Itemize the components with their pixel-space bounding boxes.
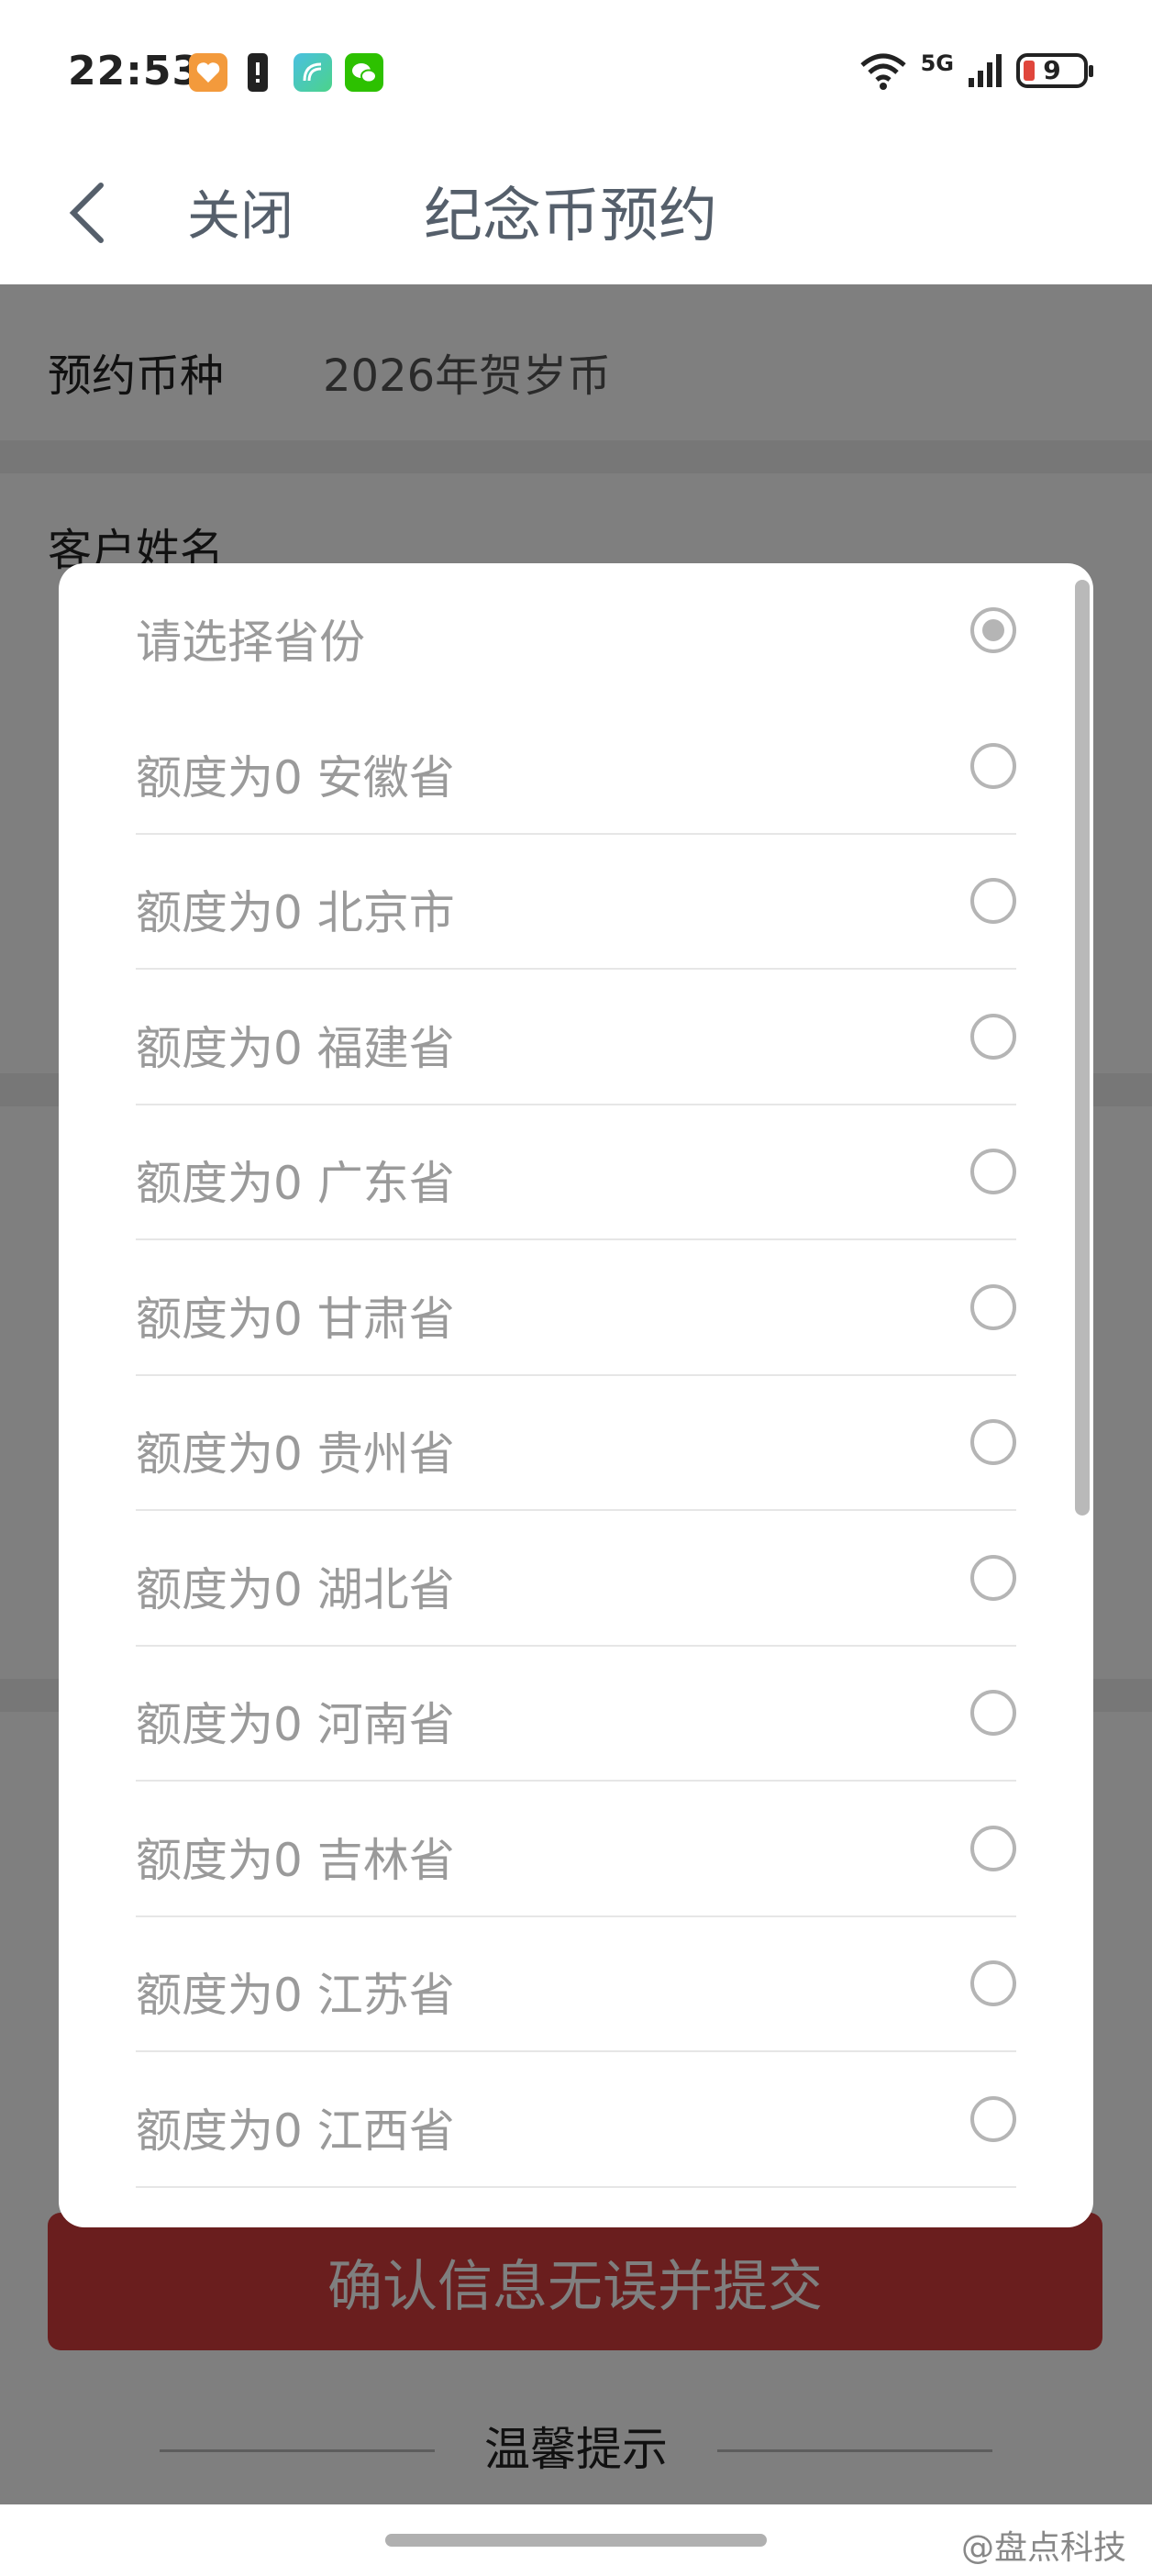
- province-option[interactable]: 请选择省份: [136, 563, 1016, 699]
- signal-icon: [969, 54, 1002, 87]
- radio-button[interactable]: [970, 1825, 1016, 1871]
- radio-button[interactable]: [970, 1283, 1016, 1330]
- battery-alert-icon: [248, 53, 268, 92]
- province-option[interactable]: 额度为0 广东省: [136, 1105, 1016, 1240]
- province-option-label: 额度为0 吉林省: [136, 1833, 455, 1887]
- province-option-label: 额度为0 江苏省: [136, 1969, 455, 2022]
- province-option[interactable]: 额度为0 江西省: [136, 2052, 1016, 2188]
- wechat-icon: [345, 53, 383, 92]
- radio-button[interactable]: [970, 1419, 1016, 1465]
- radio-button[interactable]: [970, 1149, 1016, 1194]
- watermark: @盘点科技: [960, 2529, 1126, 2567]
- chevron-left-icon: [69, 183, 104, 243]
- province-option[interactable]: 额度为0 湖北省: [136, 1511, 1016, 1647]
- health-app-icon: [189, 53, 227, 92]
- province-option-label: 额度为0 湖北省: [136, 1562, 455, 1616]
- nav-bar: 关闭 纪念币预约: [0, 138, 1152, 284]
- page-title: 纪念币预约: [424, 183, 717, 250]
- status-right: 5G 9: [858, 48, 1093, 94]
- province-option[interactable]: 额度为0 江苏省: [136, 1916, 1016, 2052]
- province-option[interactable]: 额度为0 福建省: [136, 970, 1016, 1105]
- province-option[interactable]: 额度为0 贵州省: [136, 1375, 1016, 1511]
- radio-button[interactable]: [970, 2095, 1016, 2142]
- radio-button[interactable]: [970, 1013, 1016, 1060]
- province-option-label: 额度为0 北京市: [136, 886, 455, 939]
- nfc-app-icon: [294, 53, 332, 92]
- radio-button[interactable]: [970, 1690, 1016, 1736]
- battery-indicator: 9: [1016, 53, 1093, 88]
- province-option[interactable]: 额度为0 吉林省: [136, 1782, 1016, 1917]
- province-option-label: 额度为0 贵州省: [136, 1427, 455, 1481]
- option-divider: [136, 2185, 1016, 2188]
- province-option-label: 额度为0 福建省: [136, 1021, 455, 1075]
- battery-level: 9: [1043, 55, 1061, 85]
- radio-button[interactable]: [970, 878, 1016, 924]
- province-option[interactable]: 额度为0 河南省: [136, 1646, 1016, 1782]
- province-option-label: 请选择省份: [136, 616, 365, 669]
- province-option[interactable]: 额度为0 北京市: [136, 834, 1016, 970]
- province-picker-modal: 请选择省份额度为0 安徽省 额度为0 北京市 额度为0 福建省 额度为0 广东省 额度为…: [59, 563, 1093, 2227]
- radio-button[interactable]: [970, 1554, 1016, 1601]
- status-time: 22:53: [68, 48, 202, 94]
- status-bar: 22:53 5G 9: [0, 0, 1152, 138]
- home-indicator[interactable]: [385, 2534, 767, 2547]
- wifi-icon: [859, 53, 906, 90]
- province-option-label: 额度为0 河南省: [136, 1698, 455, 1751]
- province-option-label: 额度为0 甘肃省: [136, 1292, 455, 1346]
- back-button[interactable]: [57, 176, 121, 250]
- network-type: 5G: [920, 50, 954, 76]
- radio-button[interactable]: [970, 1960, 1016, 2006]
- province-option-label: 额度为0 广东省: [136, 1157, 455, 1210]
- province-option[interactable]: 额度为0 安徽省: [136, 699, 1016, 835]
- radio-button[interactable]: [970, 607, 1016, 653]
- province-option-label: 额度为0 安徽省: [136, 750, 455, 805]
- radio-button[interactable]: [970, 742, 1016, 789]
- modal-scrollbar[interactable]: [1075, 580, 1090, 1516]
- province-option[interactable]: 额度为0 甘肃省: [136, 1240, 1016, 1376]
- province-option-label: 额度为0 江西省: [136, 2104, 455, 2158]
- close-button[interactable]: 关闭: [187, 172, 294, 250]
